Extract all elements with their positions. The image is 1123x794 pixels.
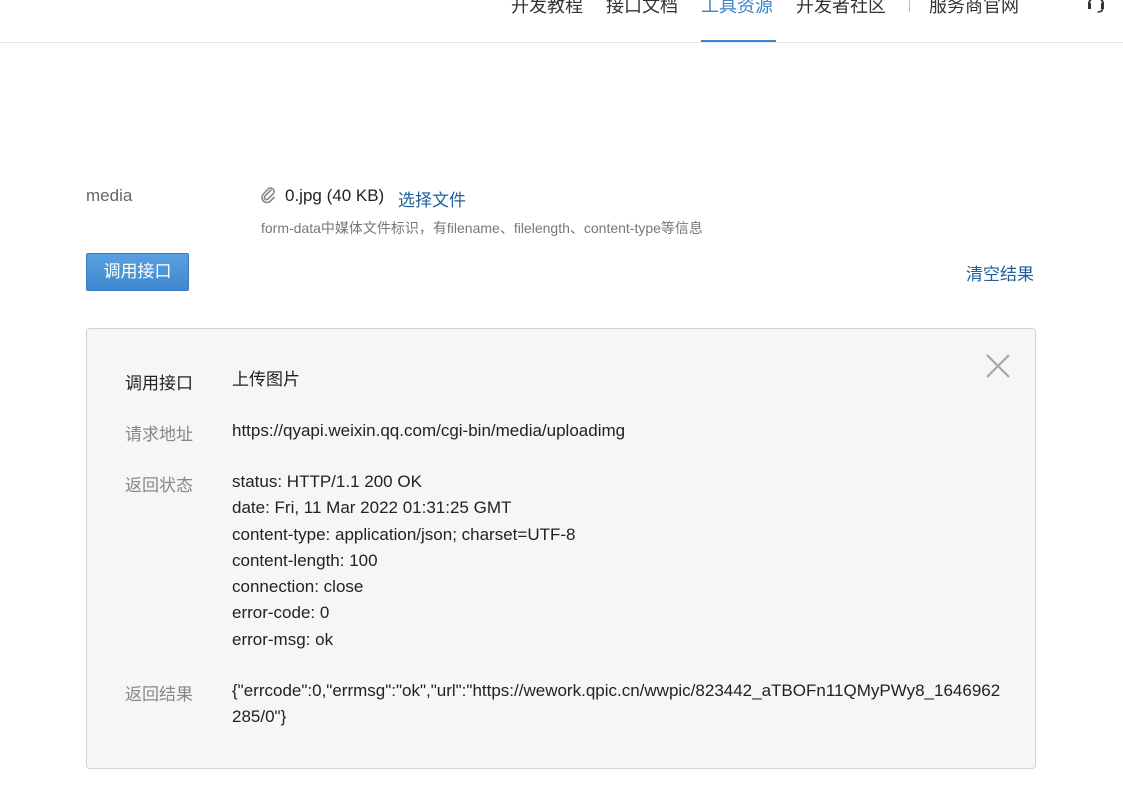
header-line: error-msg: ok [232,629,334,649]
top-navigation: 开发教程 接口文档 工具资源 开发者社区 服务商官网 [0,0,1123,43]
header-line: content-type: application/json; charset=… [232,524,576,544]
paperclip-icon [261,187,275,204]
response-body-value: {"errcode":0,"errmsg":"ok","url":"https:… [232,681,1001,727]
param-description: form-data中媒体文件标识，有filename、filelength、co… [261,220,703,236]
param-label-media: media [86,186,133,205]
nav-item-provider-site[interactable]: 服务商官网 [929,0,1019,18]
call-api-button[interactable]: 调用接口 [86,253,189,291]
response-body-label: 返回结果 [125,685,193,704]
header-line: content-length: 100 [232,550,378,570]
api-value: 上传图片 [232,370,300,389]
clear-results-link[interactable]: 清空结果 [966,260,1034,285]
request-url-label: 请求地址 [125,425,193,444]
response-status-label: 返回状态 [125,476,193,495]
choose-file-link[interactable]: 选择文件 [398,186,466,211]
header-line: connection: close [232,577,364,597]
request-url-value: https://qyapi.weixin.qq.com/cgi-bin/medi… [232,421,626,440]
header-line: error-code: 0 [232,603,330,623]
nav-item-api-docs[interactable]: 接口文档 [606,0,678,18]
nav-item-tutorials[interactable]: 开发教程 [511,0,583,18]
header-line: date: Fri, 11 Mar 2022 01:31:25 GMT [232,498,512,518]
api-label: 调用接口 [125,374,193,393]
header-line: status: HTTP/1.1 200 OK [232,472,422,491]
nav-item-tools[interactable]: 工具资源 [701,0,773,18]
result-panel: 调用接口 上传图片 请求地址 https://qyapi.weixin.qq.c… [86,328,1036,769]
active-tab-indicator [701,40,776,42]
headset-icon[interactable] [1086,0,1106,14]
nav-divider [909,0,910,12]
response-status-headers: status: HTTP/1.1 200 OK date: Fri, 11 Ma… [232,469,1002,653]
nav-item-community[interactable]: 开发者社区 [796,0,886,18]
selected-file-name: 0.jpg (40 KB) [285,186,385,205]
